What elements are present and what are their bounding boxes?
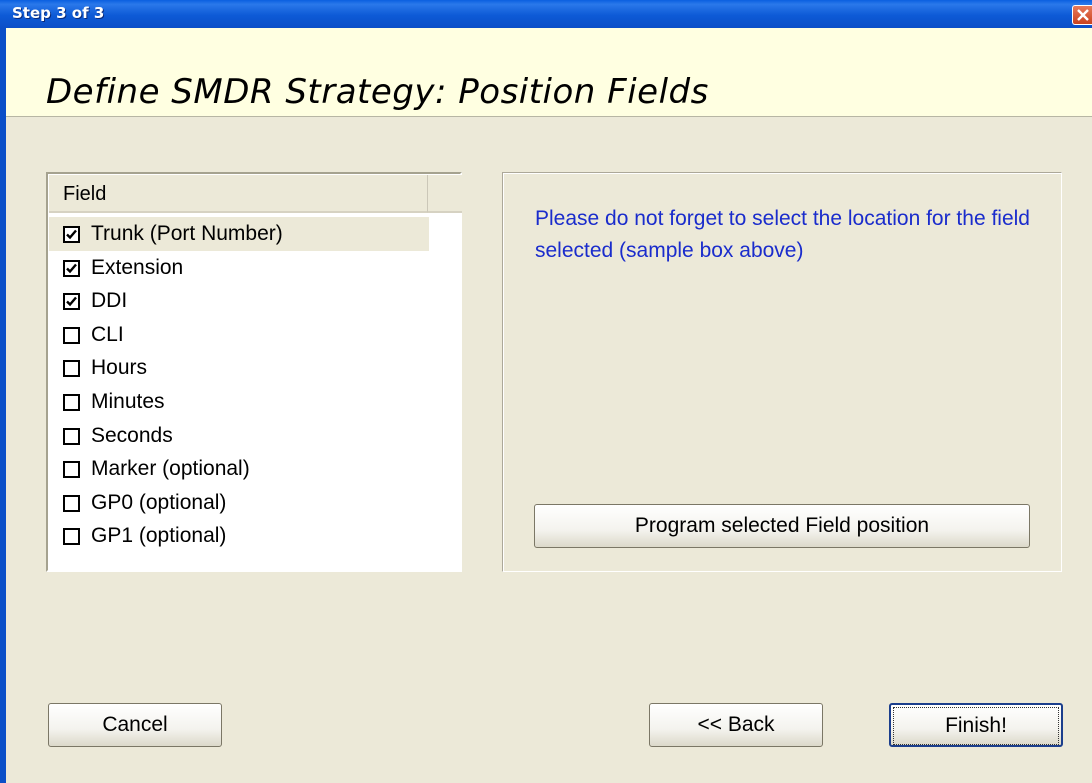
field-checkbox[interactable] [63, 226, 80, 243]
page-title: Define SMDR Strategy: Position Fields [46, 72, 709, 112]
field-label: Trunk (Port Number) [91, 222, 283, 245]
field-row[interactable]: Minutes [49, 385, 429, 419]
field-row[interactable]: DDI [49, 284, 429, 318]
window-title: Step 3 of 3 [12, 4, 105, 22]
field-checkbox[interactable] [63, 427, 80, 445]
back-button[interactable]: << Back [649, 703, 823, 747]
field-checkbox[interactable] [63, 360, 80, 378]
finish-button[interactable]: Finish! [889, 703, 1063, 747]
field-label: GP1 (optional) [91, 524, 227, 548]
field-checkbox[interactable] [63, 461, 80, 479]
field-row[interactable]: CLI [49, 318, 429, 352]
field-row[interactable]: GP0 (optional) [49, 486, 429, 520]
window-border [0, 28, 6, 783]
field-checkbox[interactable] [63, 494, 80, 512]
close-button[interactable] [1072, 5, 1092, 25]
field-row[interactable]: Marker (optional) [49, 452, 429, 486]
reminder-message: Please do not forget to select the locat… [535, 207, 1030, 262]
field-checkbox[interactable] [63, 394, 80, 411]
field-label: CLI [91, 322, 124, 346]
wizard-header: Define SMDR Strategy: Position Fields [6, 28, 1092, 117]
back-button-label: << Back [697, 713, 775, 736]
field-label: Hours [91, 356, 148, 380]
cancel-button[interactable]: Cancel [48, 703, 222, 747]
program-button-label: Program selected Field position [634, 514, 930, 537]
field-label: Marker (optional) [91, 457, 250, 481]
field-label: Extension [91, 255, 184, 279]
checkmark-icon [66, 296, 77, 307]
finish-button-label: Finish! [893, 707, 1059, 745]
field-row[interactable]: Seconds [49, 419, 429, 453]
field-checkbox[interactable] [63, 528, 80, 546]
field-list[interactable]: Field Trunk (Port Number) Extension DDI CLI… [46, 172, 462, 572]
field-label: DDI [91, 289, 128, 313]
column-header-label: Field [63, 183, 107, 205]
field-checkbox[interactable] [63, 259, 80, 277]
checkmark-icon [66, 229, 77, 240]
cancel-button-label: Cancel [102, 713, 168, 736]
field-label: GP0 (optional) [91, 490, 227, 514]
column-header-filler [428, 175, 462, 213]
field-row[interactable]: Trunk (Port Number) [49, 217, 429, 251]
column-header-field[interactable]: Field [49, 175, 428, 213]
field-row[interactable]: GP1 (optional) [49, 519, 429, 553]
field-label: Seconds [91, 423, 173, 447]
field-label: Minutes [91, 390, 165, 413]
field-list-body: Field Trunk (Port Number) Extension DDI CLI… [49, 175, 462, 569]
field-row[interactable]: Extension [49, 251, 429, 285]
field-checkbox[interactable] [63, 326, 80, 344]
program-field-position-button[interactable]: Program selected Field position [534, 504, 1030, 548]
field-checkbox[interactable] [63, 293, 80, 311]
title-bar[interactable]: Step 3 of 3 [0, 0, 1092, 28]
checkmark-icon [66, 263, 77, 273]
field-row[interactable]: Hours [49, 351, 429, 385]
close-icon [1077, 9, 1089, 21]
